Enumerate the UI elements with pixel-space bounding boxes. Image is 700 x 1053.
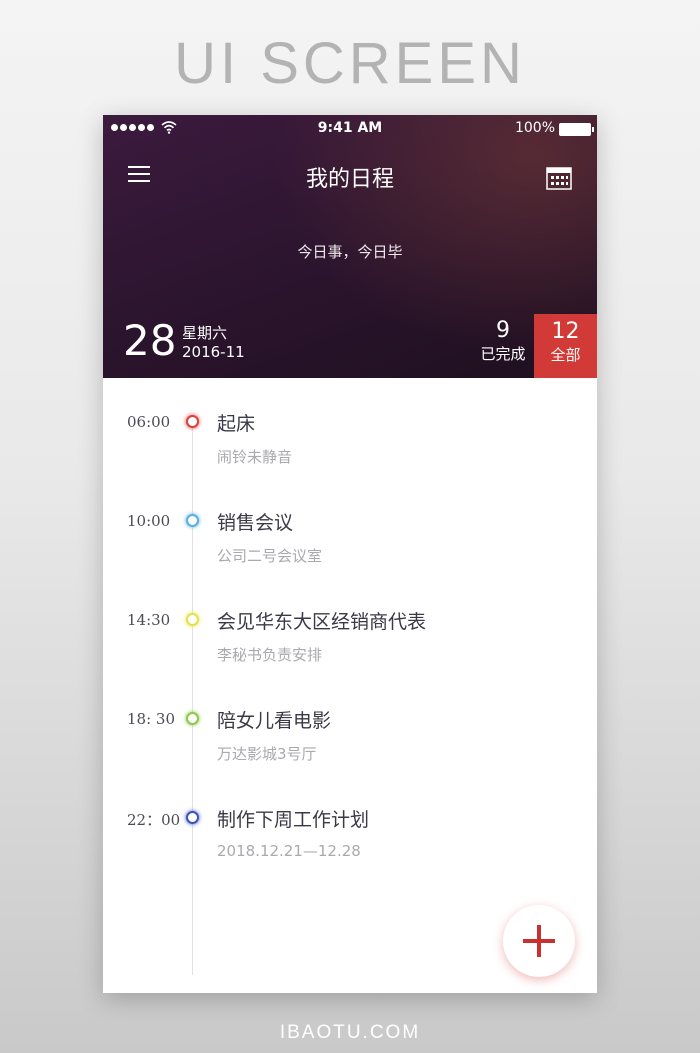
event-time: 22：00 xyxy=(127,811,181,829)
event-title: 陪女儿看电影 xyxy=(217,710,332,732)
event-item[interactable]: 10:00 销售会议 公司二号会议室 xyxy=(103,504,597,574)
event-item[interactable]: 22：00 制作下周工作计划 2018.12.21—12.28 xyxy=(103,801,597,871)
event-time: 10:00 xyxy=(127,512,171,530)
event-subtitle: 万达影城3号厅 xyxy=(217,745,317,763)
completed-filter[interactable]: 9 已完成 xyxy=(475,318,531,364)
date-day: 28 xyxy=(123,316,177,365)
weekday-label: 星期六 xyxy=(182,324,228,342)
event-item[interactable]: 06:00 起床 闹铃未静音 xyxy=(103,405,597,475)
event-dot-icon xyxy=(186,613,199,626)
timeline-line xyxy=(192,415,193,975)
event-title: 会见华东大区经销商代表 xyxy=(217,611,427,633)
event-time: 06:00 xyxy=(127,413,171,431)
calendar-icon[interactable] xyxy=(546,166,572,190)
battery-percent: 100% xyxy=(514,120,555,136)
banner-title: UI SCREEN xyxy=(174,31,526,96)
event-time: 14:30 xyxy=(127,611,171,629)
event-title: 起床 xyxy=(217,413,256,435)
phone-screen: 9:41 AM 100% 我的日程 今日事，今日毕 28 星期六 2016-11… xyxy=(103,115,597,993)
event-dot-icon xyxy=(186,514,199,527)
status-bar: 9:41 AM 100% xyxy=(103,115,597,141)
event-subtitle: 闹铃未静音 xyxy=(217,448,293,466)
event-dot-icon xyxy=(186,415,199,428)
event-title: 销售会议 xyxy=(217,512,294,534)
event-time: 18: 30 xyxy=(127,710,175,728)
event-dot-icon xyxy=(186,811,199,824)
event-subtitle: 李秘书负责安排 xyxy=(217,646,323,664)
event-subtitle: 公司二号会议室 xyxy=(217,547,323,565)
daily-motto: 今日事，今日毕 xyxy=(297,243,403,261)
event-title: 制作下周工作计划 xyxy=(217,809,370,831)
all-filter[interactable]: 12 全部 xyxy=(534,314,597,378)
event-item[interactable]: 14:30 会见华东大区经销商代表 李秘书负责安排 xyxy=(103,603,597,673)
event-item[interactable]: 18: 30 陪女儿看电影 万达影城3号厅 xyxy=(103,702,597,772)
footer-url: IBAOTU.COM xyxy=(279,1022,421,1043)
page-title: 我的日程 xyxy=(305,167,394,192)
total-count: 12 xyxy=(551,319,580,344)
event-subtitle: 2018.12.21—12.28 xyxy=(217,842,361,860)
add-event-button[interactable] xyxy=(503,905,575,977)
total-label: 全部 xyxy=(550,346,581,364)
completed-label: 已完成 xyxy=(480,345,526,363)
schedule-header: 9:41 AM 100% 我的日程 今日事，今日毕 28 星期六 2016-11… xyxy=(103,115,597,378)
year-month-label: 2016-11 xyxy=(182,343,245,361)
battery-icon xyxy=(559,123,594,136)
completed-count: 9 xyxy=(496,318,510,343)
event-dot-icon xyxy=(186,712,199,725)
